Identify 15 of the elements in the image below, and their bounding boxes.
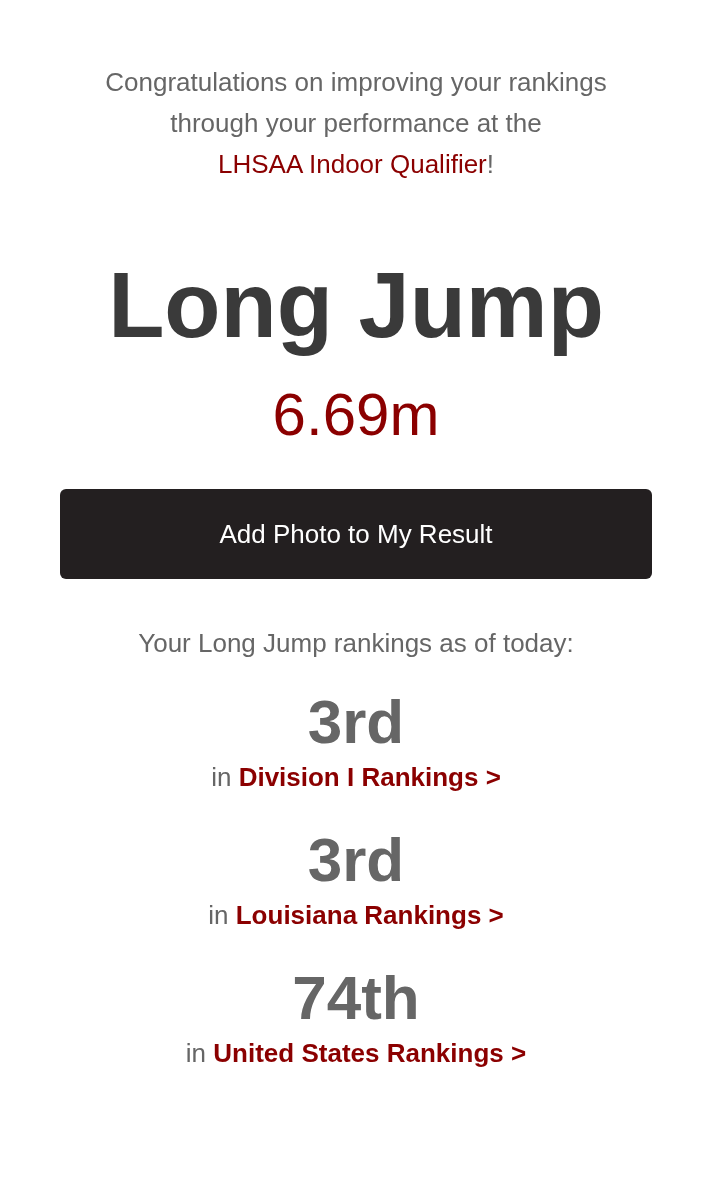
rankings-link[interactable]: Louisiana Rankings > (235, 900, 504, 930)
rankings-link[interactable]: Division I Rankings > (238, 762, 501, 792)
add-photo-button[interactable]: Add Photo to My Result (60, 489, 652, 579)
rankings-heading: Your Long Jump rankings as of today: (138, 627, 574, 660)
intro-paragraph: Congratulations on improving your rankings through your performance at the LHSAA Indoor Qualifier! (104, 66, 608, 181)
result-mark: 6.69m (272, 380, 440, 450)
event-title: Long Jump (108, 255, 604, 355)
event-link[interactable]: LHSAA Indoor Qualifier (217, 149, 487, 179)
ranking-place: 74th (292, 963, 420, 1033)
ranking-place: 3rd (307, 687, 405, 757)
ranking-place: 3rd (307, 825, 405, 895)
ranking-prefix: in (208, 900, 229, 930)
rankings-link[interactable]: United States Rankings > (213, 1038, 527, 1068)
ranking-prefix: in (185, 1038, 207, 1068)
ranking-prefix: in (211, 762, 232, 792)
